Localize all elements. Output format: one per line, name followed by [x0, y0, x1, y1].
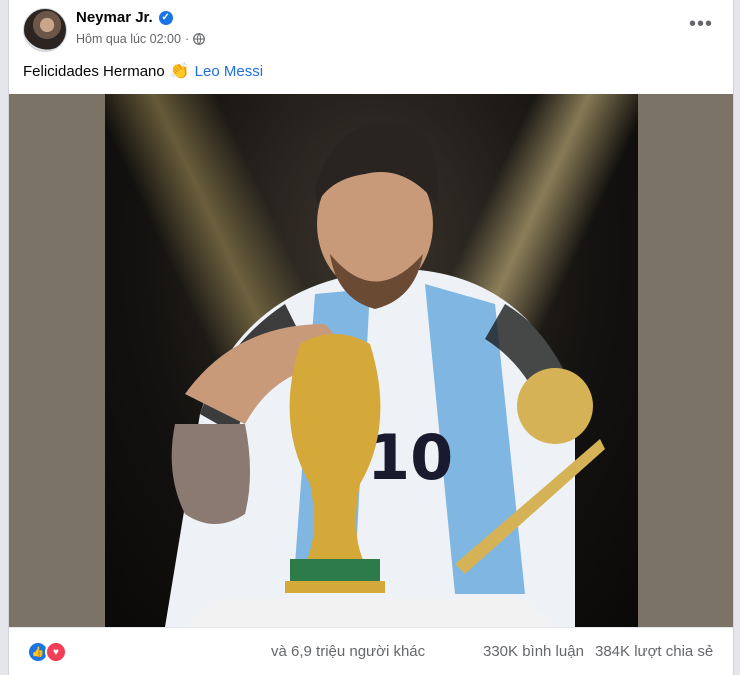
mention-link[interactable]: Leo Messi [195, 63, 263, 80]
svg-text:10: 10 [367, 421, 453, 494]
author-name[interactable]: Neymar Jr. [76, 9, 153, 26]
post-media[interactable]: 10 [9, 94, 733, 627]
post-timestamp[interactable]: Hôm qua lúc 02:00 [76, 32, 181, 46]
post-footer: 👍 ♥ và 6,9 triệu người khác 330K bình lu… [9, 627, 733, 675]
caption-text: Felicidades Hermano [23, 62, 165, 80]
love-reaction-icon: ♥ [45, 641, 67, 663]
verified-badge-icon: ✓ [158, 10, 173, 25]
post-card: Neymar Jr. ✓ Hôm qua lúc 02:00 · ••• Fel… [8, 0, 734, 675]
shares-count[interactable]: 384K lượt chia sẻ [595, 643, 713, 660]
more-options-button[interactable]: ••• [683, 12, 719, 40]
post-meta: Hôm qua lúc 02:00 · [76, 32, 206, 46]
clapping-hands-icon: 👏 [169, 63, 190, 80]
post-photo[interactable]: 10 [105, 94, 638, 627]
reaction-summary[interactable]: 👍 ♥ [27, 641, 67, 663]
reaction-count[interactable]: và 6,9 triệu người khác [271, 643, 425, 660]
comments-count[interactable]: 330K bình luận [483, 643, 584, 660]
meta-separator: · [184, 32, 190, 46]
post-caption: Felicidades Hermano 👏 Leo Messi [23, 61, 263, 81]
post-header: Neymar Jr. ✓ Hôm qua lúc 02:00 · ••• [9, 0, 733, 60]
photo-illustration: 10 [165, 122, 605, 627]
author-row: Neymar Jr. ✓ [76, 9, 173, 26]
author-avatar[interactable] [23, 8, 67, 52]
globe-icon[interactable] [193, 33, 206, 45]
